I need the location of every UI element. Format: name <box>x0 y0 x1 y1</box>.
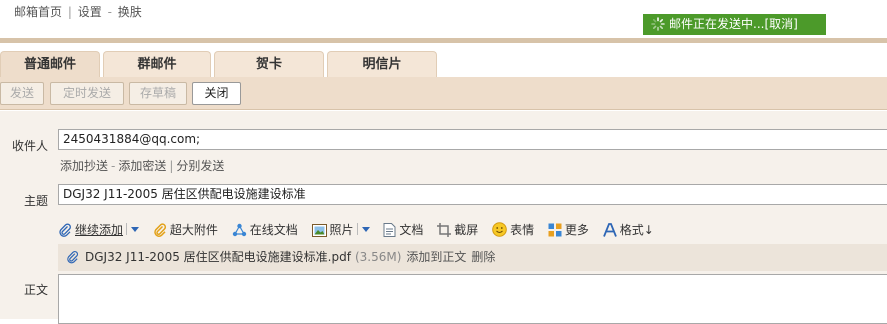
link-separator: - <box>111 159 116 173</box>
mailbox-home-link[interactable]: 邮箱首页 <box>14 5 62 19</box>
body-editor[interactable] <box>58 274 887 324</box>
photos-label: 照片 <box>329 223 354 237</box>
tab-normal-mail[interactable]: 普通邮件 <box>0 51 100 79</box>
dropdown-separator <box>126 223 128 235</box>
delete-attachment-link[interactable]: 删除 <box>471 250 495 264</box>
attachment-toolbar: 继续添加 超大附件 在线文档 照片 文档 截屏 表情 更多 格式↓ <box>58 221 664 239</box>
separate-send-link[interactable]: 分别发送 <box>176 159 224 173</box>
online-docs-label: 在线文档 <box>249 223 298 237</box>
photo-icon <box>311 224 327 237</box>
sending-status-banner: 邮件正在发送中...[取消] <box>643 14 826 35</box>
recipient-input[interactable]: 2450431884@qq.com; <box>58 129 887 150</box>
save-draft-button[interactable]: 存草稿 <box>129 82 187 105</box>
document-icon <box>383 223 396 237</box>
close-button[interactable]: 关闭 <box>192 82 241 105</box>
subject-input[interactable]: DGJ32 J11-2005 居住区供配电设施建设标准 <box>58 184 887 205</box>
font-format-icon <box>602 223 617 237</box>
document-button[interactable]: 文档 <box>383 221 423 238</box>
format-label: 格式↓ <box>619 223 654 237</box>
recipient-label: 收件人 <box>12 139 49 153</box>
loading-spinner-icon <box>651 17 665 31</box>
top-navigation: 邮箱首页 | 设置 - 换肤 <box>14 3 142 20</box>
tab-label: 贺卡 <box>255 57 282 72</box>
schedule-send-button[interactable]: 定时发送 <box>50 82 124 105</box>
paperclip-icon <box>67 251 79 264</box>
format-button[interactable]: 格式↓ <box>602 221 654 238</box>
more-button[interactable]: 更多 <box>548 221 589 238</box>
tab-group-mail[interactable]: 群邮件 <box>103 51 211 79</box>
chevron-down-icon[interactable] <box>361 227 370 232</box>
tab-postcard[interactable]: 明信片 <box>327 51 437 79</box>
cancel-send-link[interactable]: [取消] <box>764 17 797 31</box>
compose-toolbar: 发送 定时发送 存草稿 关闭 <box>0 77 887 110</box>
photos-button[interactable]: 照片 <box>311 221 370 238</box>
continue-add-button[interactable]: 继续添加 <box>58 221 140 238</box>
large-attachment-button[interactable]: 超大附件 <box>153 221 218 238</box>
screenshot-label: 截屏 <box>454 223 479 237</box>
add-bcc-link[interactable]: 添加密送 <box>118 159 166 173</box>
dropdown-separator <box>356 223 358 235</box>
add-to-body-link[interactable]: 添加到正文 <box>406 250 466 264</box>
grid-icon <box>548 223 562 237</box>
mail-type-tabs: 普通邮件 群邮件 贺卡 明信片 <box>0 43 887 79</box>
scissors-icon <box>437 223 452 237</box>
tab-label: 群邮件 <box>137 57 177 72</box>
document-label: 文档 <box>399 223 424 237</box>
screenshot-button[interactable]: 截屏 <box>437 221 478 238</box>
large-attachment-label: 超大附件 <box>169 223 218 237</box>
share-nodes-icon <box>232 223 246 237</box>
tab-greeting-card[interactable]: 贺卡 <box>214 51 324 79</box>
attachment-size: (3.56M) <box>354 250 402 264</box>
link-separator: | <box>169 159 174 173</box>
recipient-options: 添加抄送 - 添加密送 | 分别发送 <box>60 157 224 174</box>
paperclip-icon <box>59 223 71 237</box>
settings-link[interactable]: 设置 <box>78 5 102 19</box>
more-label: 更多 <box>564 223 589 237</box>
online-docs-button[interactable]: 在线文档 <box>232 221 298 238</box>
change-skin-link[interactable]: 换肤 <box>118 5 142 19</box>
nav-separator: | <box>67 5 72 19</box>
attachment-filename: DGJ32 J11-2005 居住区供配电设施建设标准.pdf <box>85 250 351 264</box>
continue-add-label: 继续添加 <box>75 223 124 237</box>
smiley-icon <box>492 222 507 237</box>
tab-label: 明信片 <box>362 57 402 72</box>
send-button[interactable]: 发送 <box>0 82 44 105</box>
subject-label: 主题 <box>24 194 49 208</box>
attachment-item: DGJ32 J11-2005 居住区供配电设施建设标准.pdf (3.56M) 添加… <box>58 244 887 271</box>
emoji-label: 表情 <box>510 223 535 237</box>
emoji-button[interactable]: 表情 <box>492 221 534 238</box>
sending-status-text: 邮件正在发送中... <box>669 17 765 31</box>
compose-form: 收件人 2450431884@qq.com; 添加抄送 - 添加密送 | 分别发送 主题… <box>0 111 887 324</box>
chevron-down-icon[interactable] <box>131 227 140 232</box>
paperclip-icon <box>154 223 166 237</box>
nav-separator: - <box>107 5 112 19</box>
body-label: 正文 <box>24 283 49 297</box>
add-cc-link[interactable]: 添加抄送 <box>60 159 108 173</box>
tab-label: 普通邮件 <box>23 57 76 72</box>
